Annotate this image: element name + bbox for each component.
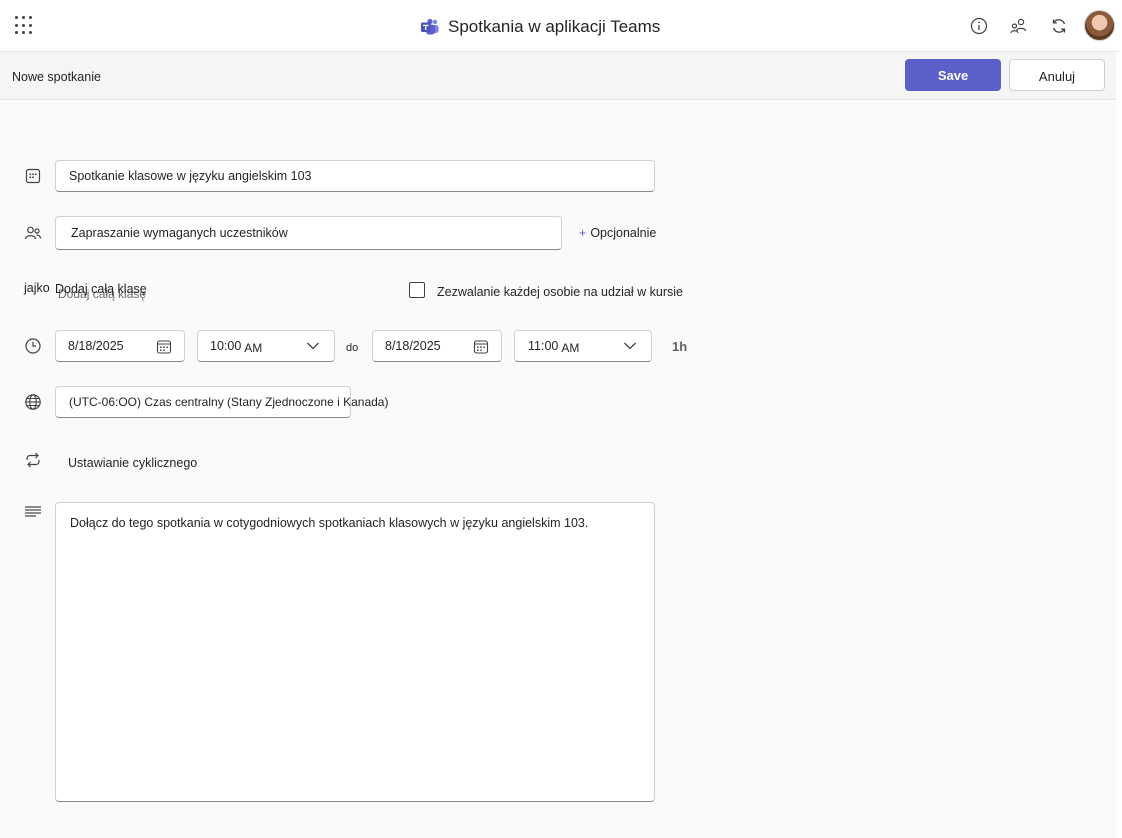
attendees-placeholder: Zapraszanie wymaganych uczestników: [71, 226, 288, 240]
start-date-picker[interactable]: 8/18/2025: [55, 330, 185, 362]
cancel-button[interactable]: Anuluj: [1009, 59, 1105, 91]
title-bar: Spotkania w aplikacji Teams: [0, 0, 1120, 52]
info-icon[interactable]: [969, 16, 989, 36]
end-time-text: 11:00 AM: [515, 339, 580, 355]
app-title-group: Spotkania w aplikacji Teams: [420, 14, 660, 40]
end-ampm: AM: [561, 341, 580, 355]
people-icon: [24, 226, 42, 240]
end-time-value: 11:00: [528, 339, 559, 353]
repeat-icon: [26, 452, 40, 468]
start-date-value: 8/18/2025: [68, 339, 124, 353]
people-settings-icon[interactable]: [1009, 16, 1029, 36]
plus-icon: +: [579, 226, 587, 240]
start-time-value: 10:00: [210, 339, 242, 353]
attendees-input[interactable]: Zapraszanie wymaganych uczestników: [55, 216, 562, 250]
meeting-title-input[interactable]: Spotkanie klasowe w języku angielskim 10…: [55, 160, 655, 192]
timezone-value: (UTC-06:OO) Czas centralny (Stany Zjedno…: [69, 395, 389, 409]
page-title: Nowe spotkanie: [12, 70, 101, 84]
user-avatar[interactable]: [1084, 10, 1115, 41]
end-date-value: 8/18/2025: [385, 339, 441, 353]
calendar-icon: [473, 340, 489, 354]
start-time-text: 10:00 AM: [198, 339, 263, 355]
optional-label: Opcjonalnie: [590, 226, 657, 240]
calendar-icon: [156, 340, 172, 354]
chevron-down-icon: [307, 342, 319, 350]
duration-label: 1h: [672, 339, 688, 354]
description-text: Dołącz do tego spotkania w cotygodniowyc…: [70, 516, 589, 530]
refresh-icon[interactable]: [1049, 16, 1069, 36]
timezone-dropdown[interactable]: (UTC-06:OO) Czas centralny (Stany Zjedno…: [55, 386, 388, 418]
as-label: jajko: [24, 281, 50, 295]
meeting-title-value: Spotkanie klasowe w języku angielskim 10…: [69, 169, 312, 183]
start-time-dropdown[interactable]: 10:00 AM: [197, 330, 335, 362]
description-textarea[interactable]: Dołącz do tego spotkania w cotygodniowyc…: [55, 502, 655, 802]
end-date-picker[interactable]: 8/18/2025: [372, 330, 502, 362]
save-button[interactable]: Save: [905, 59, 1001, 91]
command-bar: Nowe spotkanie Save Anuluj: [0, 52, 1116, 100]
app-title: Spotkania w aplikacji Teams: [448, 17, 661, 36]
globe-icon: [25, 394, 41, 410]
app-launcher-icon[interactable]: [15, 16, 35, 36]
text-description-icon: [25, 506, 41, 517]
start-ampm: AM: [244, 341, 263, 355]
add-whole-class-link[interactable]: Dodaj całą klasę: [55, 282, 147, 296]
optional-attendees-link[interactable]: + Opcjonalnie: [579, 226, 656, 240]
allow-everyone-checkbox[interactable]: [409, 282, 425, 298]
to-label: do: [346, 342, 359, 354]
end-time-dropdown[interactable]: 11:00 AM: [514, 330, 652, 362]
recurrence-dropdown[interactable]: Ustawianie cyklicznego: [68, 456, 197, 470]
calendar-edit-icon: [25, 168, 41, 184]
teams-logo-icon: [421, 18, 439, 35]
allow-everyone-label: Zezwalanie każdej osobie na udział w kur…: [437, 285, 683, 299]
clock-icon: [25, 338, 41, 354]
chevron-down-icon: [624, 342, 636, 350]
